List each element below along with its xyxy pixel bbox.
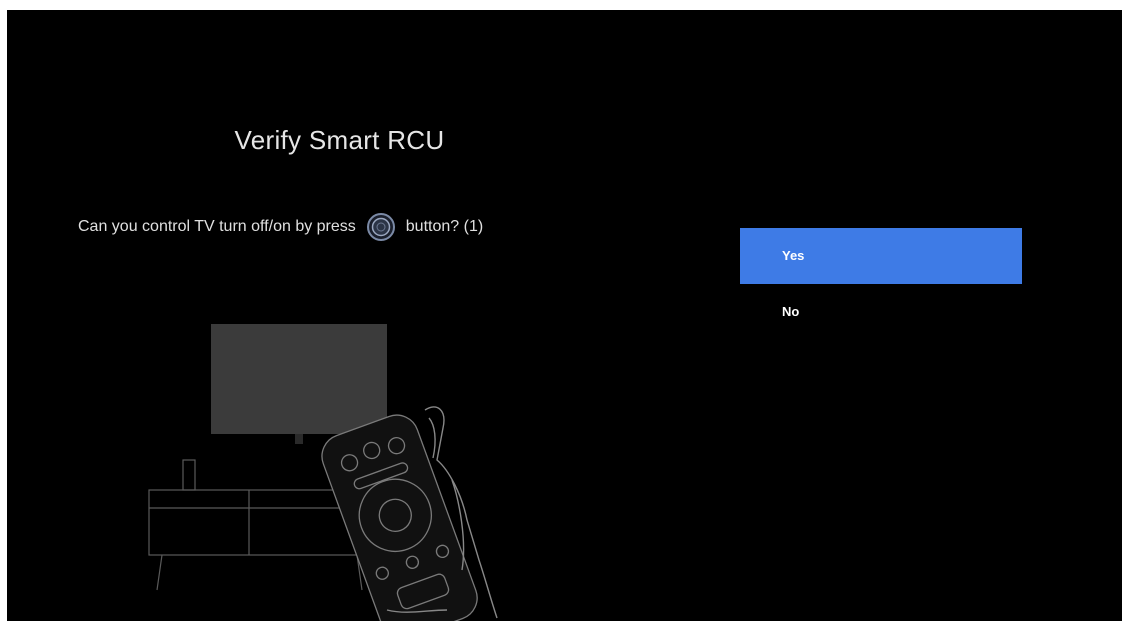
power-button-icon: [366, 212, 396, 242]
answer-options: Yes No: [740, 228, 1022, 340]
page-title: Verify Smart RCU: [234, 125, 445, 155]
tv-remote-illustration: [148, 324, 498, 621]
yes-option[interactable]: Yes: [740, 228, 1022, 284]
no-option[interactable]: No: [740, 284, 1022, 340]
tv-screen-shape: [211, 324, 387, 434]
question-text: Can you control TV turn off/on by press …: [78, 212, 483, 242]
question-prefix: Can you control TV turn off/on by press: [78, 218, 356, 235]
question-suffix: button? (1): [405, 218, 484, 235]
tv-setup-screen: Verify Smart RCU Can you control TV turn…: [7, 10, 1122, 621]
remote-control-shape: [321, 414, 478, 621]
